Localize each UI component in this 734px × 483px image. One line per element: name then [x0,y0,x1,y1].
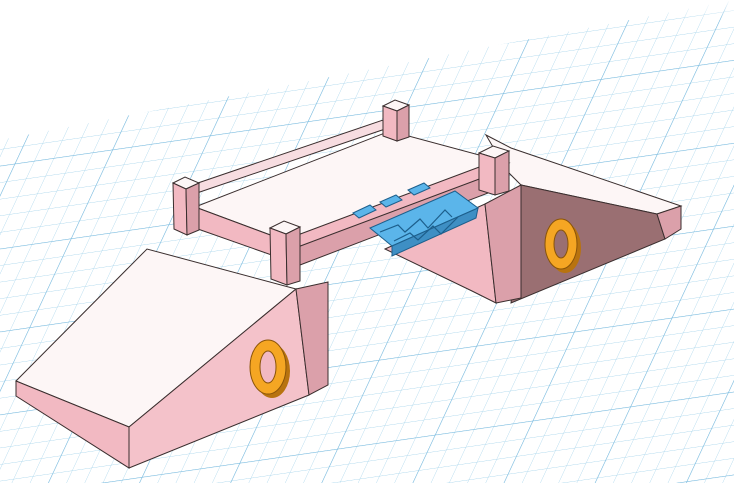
workplane-scene[interactable]: 0 0 [0,0,734,483]
3d-viewport[interactable]: 0 0 [0,0,734,483]
post-front-left [268,220,302,286]
post-front-right [477,145,511,196]
post-back-right [381,99,411,142]
post-back-left [171,176,201,236]
